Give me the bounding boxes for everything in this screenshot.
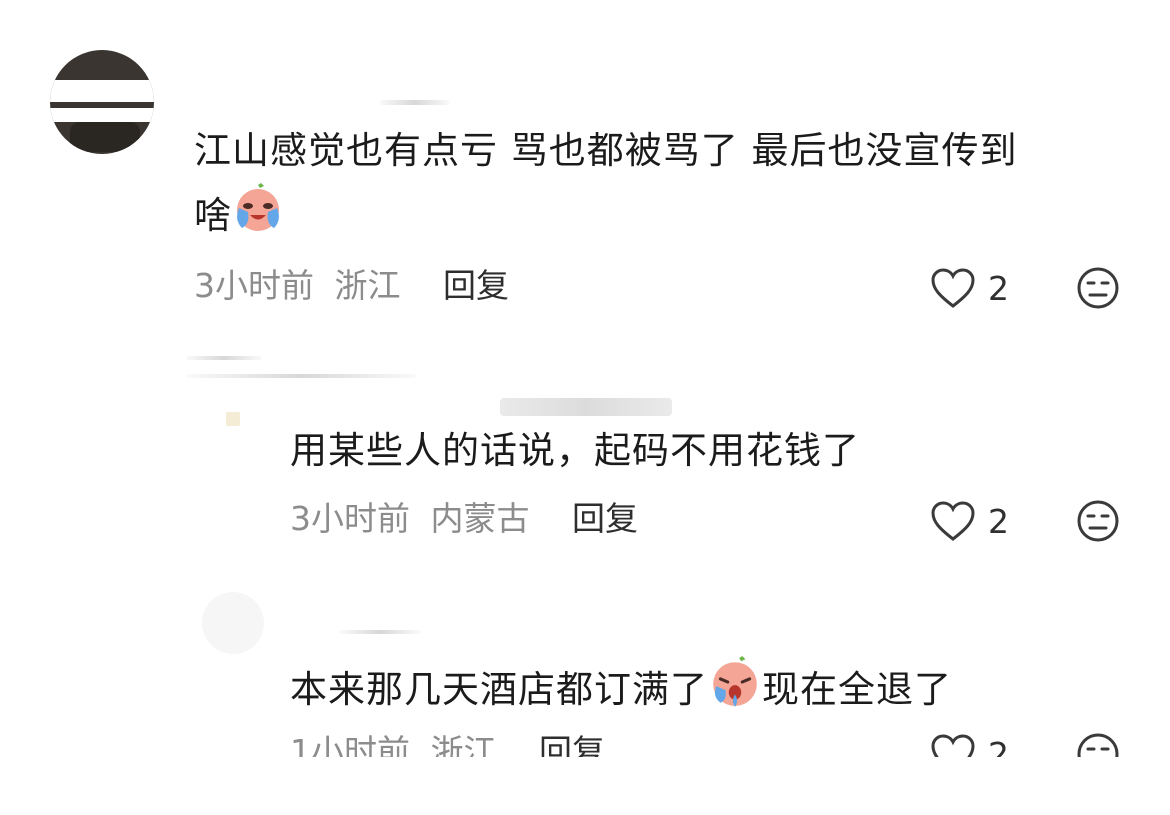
comment-text: 用某些人的话说，起码不用花钱了 — [290, 429, 860, 472]
comment-list: 江山感觉也有点亏 骂也都被骂了 最后也没宣传到 啥 3小时前 浙江 回复 2 用… — [0, 0, 1170, 757]
comment-meta: 1小时前 浙江 回复 — [290, 730, 605, 757]
like-button[interactable]: 2 — [930, 266, 1009, 310]
dislike-button[interactable] — [1076, 266, 1120, 314]
heart-icon — [931, 501, 975, 541]
comment-text-line2: 啥 — [194, 194, 232, 237]
like-button[interactable]: 2 — [930, 499, 1009, 543]
username-redacted[interactable] — [500, 398, 672, 416]
comment-time: 1小时前 — [290, 732, 410, 757]
like-count: 2 — [988, 268, 1009, 308]
dislike-button[interactable] — [1076, 732, 1120, 757]
username-redacted[interactable] — [340, 630, 420, 634]
heart-icon — [931, 734, 975, 757]
avatar[interactable] — [50, 50, 154, 154]
crying-face-emoji — [232, 182, 284, 253]
comment-time: 3小时前 — [194, 266, 314, 305]
comment-location: 内蒙古 — [430, 499, 530, 538]
avatar[interactable] — [202, 592, 264, 654]
neutral-face-icon — [1077, 733, 1119, 757]
username-redacted — [186, 356, 262, 360]
reply-button[interactable]: 回复 — [572, 499, 638, 538]
avatar[interactable] — [226, 412, 240, 426]
reply-button[interactable]: 回复 — [539, 732, 605, 757]
comment-text-part2: 现在全退了 — [762, 668, 952, 711]
crying-face-emoji — [708, 655, 762, 728]
comment-meta: 3小时前 浙江 回复 — [194, 264, 509, 308]
comment-time: 3小时前 — [290, 499, 410, 538]
comment-meta: 3小时前 内蒙古 回复 — [290, 497, 638, 541]
dislike-button[interactable] — [1076, 499, 1120, 547]
comment-text: 江山感觉也有点亏 骂也都被骂了 最后也没宣传到 啥 — [194, 120, 1114, 253]
like-button[interactable]: 2 — [930, 732, 1009, 757]
like-count: 2 — [988, 501, 1009, 541]
comment-text: 本来那几天酒店都订满了 现在全退了 — [290, 655, 952, 728]
username-redacted[interactable] — [380, 100, 450, 105]
comment-location: 浙江 — [334, 266, 401, 305]
comment-text-line1: 江山感觉也有点亏 骂也都被骂了 最后也没宣传到 — [194, 129, 1018, 172]
reply-button[interactable]: 回复 — [443, 266, 509, 305]
comment-location: 浙江 — [430, 732, 497, 757]
heart-icon — [931, 268, 975, 308]
like-count: 2 — [988, 734, 1009, 758]
neutral-face-icon — [1077, 267, 1119, 309]
username-redacted — [186, 374, 416, 378]
comment-text-part1: 本来那几天酒店都订满了 — [290, 668, 708, 711]
neutral-face-icon — [1077, 500, 1119, 542]
